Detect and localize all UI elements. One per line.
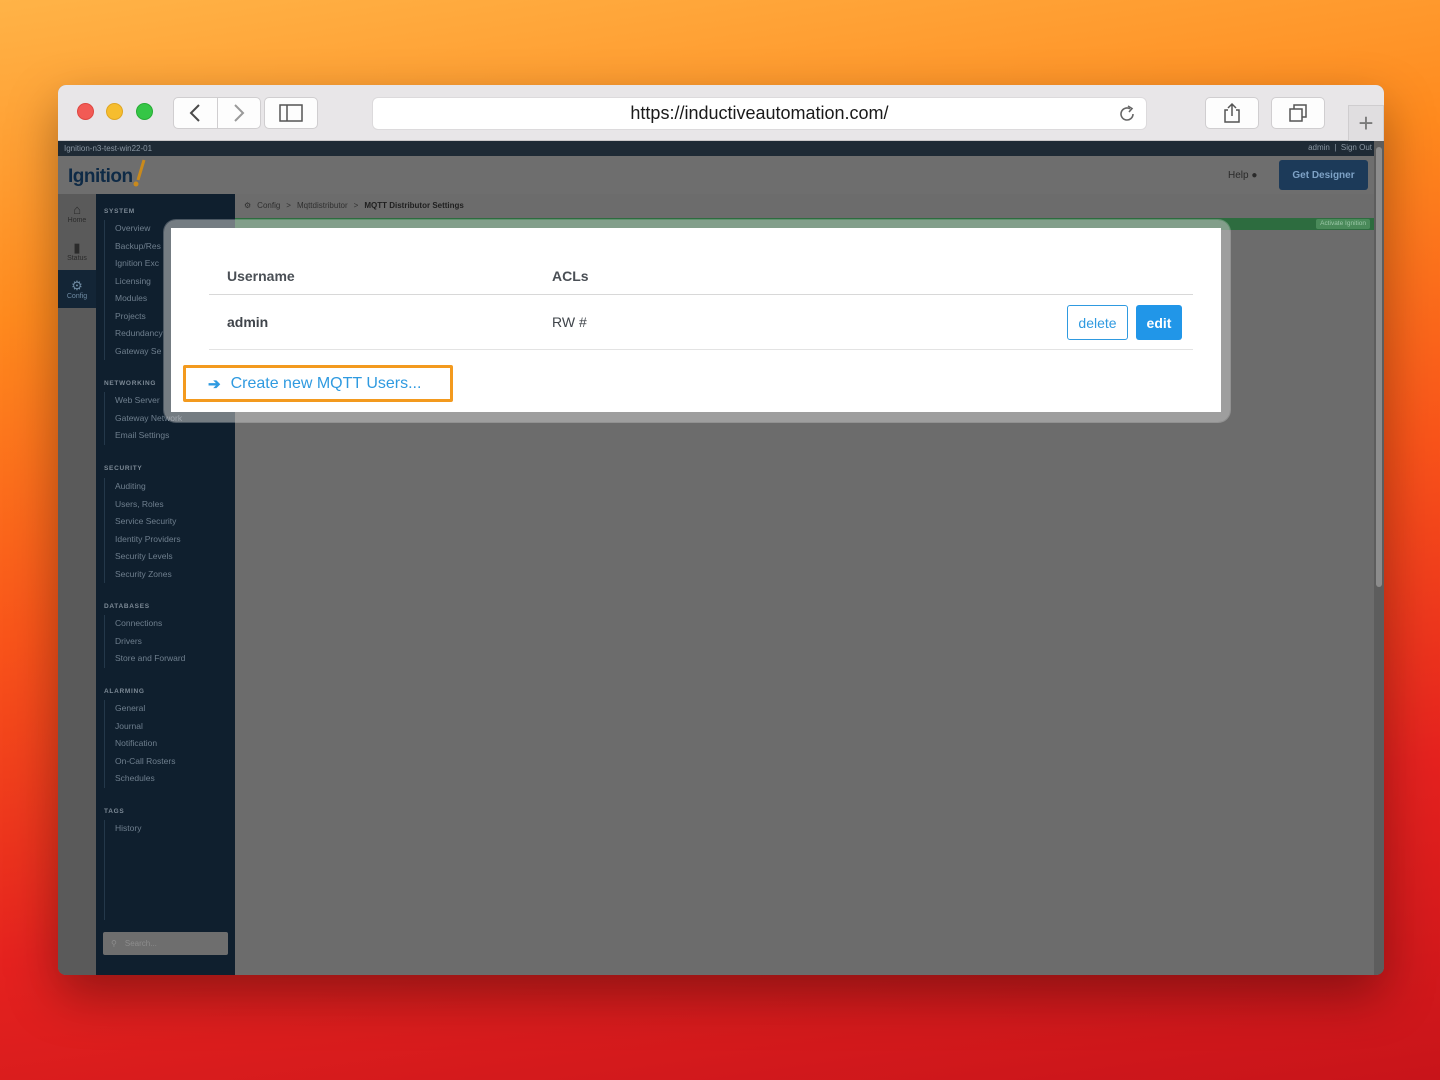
sidebar-item[interactable]: On-Call Rosters: [115, 753, 175, 771]
primary-icon-nav: ⌂ Home ▮ Status ⚙ Config: [58, 194, 96, 975]
sidebar-section-title: NETWORKING: [104, 380, 157, 387]
sidebar-item[interactable]: Connections: [115, 615, 185, 633]
sidebar-item[interactable]: Security Zones: [115, 566, 181, 584]
reload-icon[interactable]: [1116, 103, 1138, 125]
bar-chart-icon: ▮: [73, 239, 81, 255]
edit-user-button[interactable]: edit: [1136, 305, 1182, 340]
gateway-top-strip: Ignition-n3-test-win22-01 admin | Sign O…: [58, 141, 1384, 156]
minimize-window-button[interactable]: [106, 103, 123, 120]
sidebar-section-title: TAGS: [104, 808, 125, 815]
breadcrumb: ⚙ Config > Mqttdistributor > MQTT Distri…: [244, 201, 464, 210]
sidebar-item[interactable]: Projects: [115, 308, 163, 326]
create-mqtt-user-link[interactable]: ➔ Create new MQTT Users...: [183, 365, 453, 402]
ignition-logo-mark-icon: [133, 159, 146, 187]
url-text: https://inductiveautomation.com/: [630, 103, 889, 123]
sidebar-item[interactable]: Security Levels: [115, 548, 181, 566]
arrow-right-icon: ➔: [208, 375, 221, 393]
close-window-button[interactable]: [77, 103, 94, 120]
user-separator: |: [1334, 143, 1337, 152]
address-bar[interactable]: https://inductiveautomation.com/: [372, 97, 1147, 130]
sidebar-toggle-button[interactable]: [264, 97, 318, 129]
share-icon: [1224, 102, 1240, 123]
breadcrumb-mqttdistributor[interactable]: Mqttdistributor: [297, 201, 348, 210]
sidebar-item[interactable]: Gateway Se: [115, 343, 163, 361]
create-link-label: Create new MQTT Users...: [230, 374, 422, 392]
plus-icon: +: [1358, 108, 1374, 138]
tabs-icon: [1289, 104, 1307, 122]
chevron-left-icon: [190, 104, 201, 122]
row-username: admin: [227, 314, 269, 330]
ignition-logo[interactable]: Ignition: [68, 166, 133, 188]
sidebar-section-title: ALARMING: [104, 688, 145, 695]
breadcrumb-config[interactable]: Config: [257, 201, 280, 210]
sidebar-item[interactable]: Identity Providers: [115, 531, 181, 549]
row-divider: [209, 349, 1193, 350]
get-designer-button[interactable]: Get Designer: [1279, 160, 1368, 190]
header-divider: [209, 294, 1193, 295]
sidebar-item[interactable]: Modules: [115, 290, 163, 308]
breadcrumb-separator: >: [353, 201, 359, 210]
sidebar-item[interactable]: Overview: [115, 220, 163, 238]
sidebar-search-input[interactable]: ⚲ Search...: [103, 932, 228, 955]
sidebar-item[interactable]: Drivers: [115, 633, 185, 651]
tab-overview-button[interactable]: [1271, 97, 1325, 129]
help-icon: ●: [1251, 170, 1258, 181]
sidebar-section-title: SECURITY: [104, 465, 143, 472]
sign-out-link[interactable]: Sign Out: [1341, 143, 1372, 152]
history-nav-group: [173, 97, 261, 129]
sidebar-section-security: Auditing Users, Roles Service Security I…: [104, 478, 181, 583]
breadcrumb-separator: >: [286, 201, 291, 210]
sidebar-item[interactable]: Licensing: [115, 273, 163, 291]
breadcrumb-current: MQTT Distributor Settings: [364, 201, 464, 210]
row-acls: RW #: [552, 314, 587, 330]
sidebar-item[interactable]: Store and Forward: [115, 650, 185, 668]
gear-icon: ⚙: [244, 201, 252, 210]
mqtt-users-panel: Username ACLs admin RW # delete edit ➔ C…: [171, 228, 1221, 412]
sidebar-section-tags: History: [104, 820, 141, 920]
gateway-hostname: Ignition-n3-test-win22-01: [64, 144, 153, 153]
sidebar-section-title: DATABASES: [104, 603, 150, 610]
sidebar-item[interactable]: Backup/Res: [115, 238, 163, 256]
sidebar-item[interactable]: Users, Roles: [115, 496, 181, 514]
home-icon: ⌂: [73, 201, 81, 217]
user-name[interactable]: admin: [1308, 143, 1330, 152]
page-scrollbar-thumb[interactable]: [1376, 147, 1382, 587]
sidebar-item[interactable]: Service Security: [115, 513, 181, 531]
sidebar-section-system: Overview Backup/Res Ignition Exc Licensi…: [104, 220, 163, 360]
column-header-username: Username: [227, 268, 295, 284]
sidebar-item[interactable]: Redundancy: [115, 325, 163, 343]
share-button[interactable]: [1205, 97, 1259, 129]
sidebar-section-databases: Connections Drivers Store and Forward: [104, 615, 185, 668]
sidebar-section-title: SYSTEM: [104, 208, 135, 215]
sidebar-item[interactable]: Email Settings: [115, 427, 182, 445]
user-controls: admin | Sign Out: [1308, 143, 1372, 152]
forward-button[interactable]: [216, 98, 260, 128]
browser-window: https://inductiveautomation.com/ + Ignit…: [58, 85, 1384, 975]
nav-home[interactable]: ⌂ Home: [58, 194, 96, 232]
nav-config[interactable]: ⚙ Config: [58, 270, 96, 308]
activate-ignition-button[interactable]: Activate Ignition: [1316, 219, 1370, 229]
browser-toolbar: https://inductiveautomation.com/ +: [58, 85, 1384, 141]
sidebar-icon: [279, 104, 303, 122]
sidebar-item[interactable]: Notification: [115, 735, 175, 753]
sidebar-item[interactable]: General: [115, 700, 175, 718]
help-link[interactable]: Help ●: [1228, 170, 1257, 181]
chevron-right-icon: [234, 104, 245, 122]
sidebar-section-alarming: General Journal Notification On-Call Ros…: [104, 700, 175, 788]
search-placeholder: Search...: [124, 939, 157, 948]
gear-icon: ⚙: [71, 277, 83, 293]
sidebar-item[interactable]: Journal: [115, 718, 175, 736]
sidebar-item[interactable]: Schedules: [115, 770, 175, 788]
sidebar-item[interactable]: Auditing: [115, 478, 181, 496]
gateway-header: Ignition Help ● Get Designer: [58, 156, 1384, 194]
search-icon: ⚲: [111, 939, 117, 948]
nav-status[interactable]: ▮ Status: [58, 232, 96, 270]
delete-user-button[interactable]: delete: [1067, 305, 1128, 340]
new-tab-button[interactable]: +: [1348, 105, 1384, 141]
sidebar-item[interactable]: Ignition Exc: [115, 255, 163, 273]
back-button[interactable]: [174, 98, 217, 128]
column-header-acls: ACLs: [552, 268, 589, 284]
sidebar-item[interactable]: History: [115, 820, 141, 838]
zoom-window-button[interactable]: [136, 103, 153, 120]
